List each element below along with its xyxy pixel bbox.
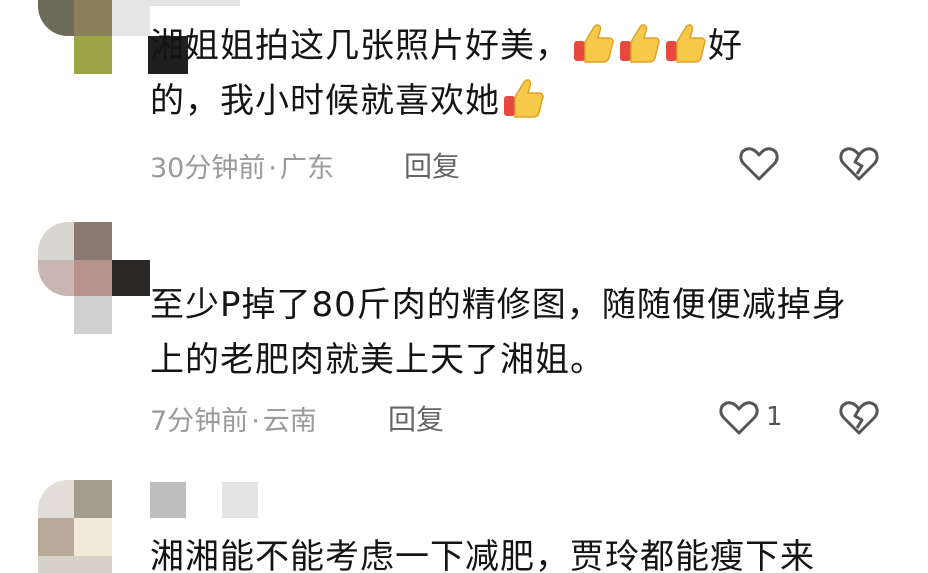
comment-line: 湘姐姐拍这几张照片好美， (150, 26, 570, 66)
comment-text: 至少P掉了80斤肉的精修图，随随便便减掉身 上的老肥肉就美上天了湘姐。 (150, 278, 847, 388)
heart-outline-icon (719, 401, 759, 435)
dislike-button[interactable] (838, 397, 880, 439)
like-button[interactable] (718, 397, 760, 439)
comment-text: 湘湘能不能考虑一下减肥，贾玲都能瘦下来 (150, 530, 815, 573)
comment-meta: 30分钟前 · 广东 (150, 146, 334, 185)
dislike-button[interactable] (838, 143, 880, 185)
heart-outline-icon (739, 147, 779, 181)
avatar[interactable] (38, 0, 188, 75)
broken-heart-icon (839, 401, 879, 435)
comment-location: 广东 (279, 153, 334, 184)
thumbs-up-emoji (570, 24, 616, 66)
comment-line: 湘湘能不能考虑一下减肥，贾玲都能瘦下来 (150, 537, 815, 573)
reply-button[interactable]: 回复 (388, 398, 444, 438)
comment-line-end: 好 (708, 26, 743, 66)
comment-line: 上的老肥肉就美上天了湘姐。 (150, 340, 605, 380)
comment-text: 湘姐姐拍这几张照片好美， 好 的，我小时候就喜欢她 (150, 19, 743, 129)
comment-time: 30分钟前 (150, 153, 266, 184)
avatar[interactable] (38, 480, 150, 573)
comment-line: 至少P掉了80斤肉的精修图，随随便便减掉身 (150, 285, 847, 325)
like-count: 1 (766, 402, 783, 432)
username-partial (150, 0, 240, 6)
thumbs-up-emoji (500, 79, 546, 121)
username-mosaic (222, 482, 258, 518)
comment-location: 云南 (262, 406, 317, 437)
comment-line: 的，我小时候就喜欢她 (150, 81, 500, 121)
thumbs-up-emoji (662, 24, 708, 66)
like-button[interactable] (738, 143, 780, 185)
reply-button[interactable]: 回复 (404, 145, 460, 185)
meta-separator: · (268, 153, 277, 184)
username-mosaic (150, 482, 186, 518)
broken-heart-icon (839, 147, 879, 181)
avatar[interactable] (38, 222, 150, 334)
comment-time: 7分钟前 (150, 406, 249, 437)
meta-separator: · (251, 406, 260, 437)
thumbs-up-emoji (616, 24, 662, 66)
comment-meta: 7分钟前 · 云南 (150, 399, 317, 438)
comment-list: 湘姐姐拍这几张照片好美，好 的，我小时候就喜欢她 30分钟前 · 广东 回复 至少P… (0, 0, 928, 573)
